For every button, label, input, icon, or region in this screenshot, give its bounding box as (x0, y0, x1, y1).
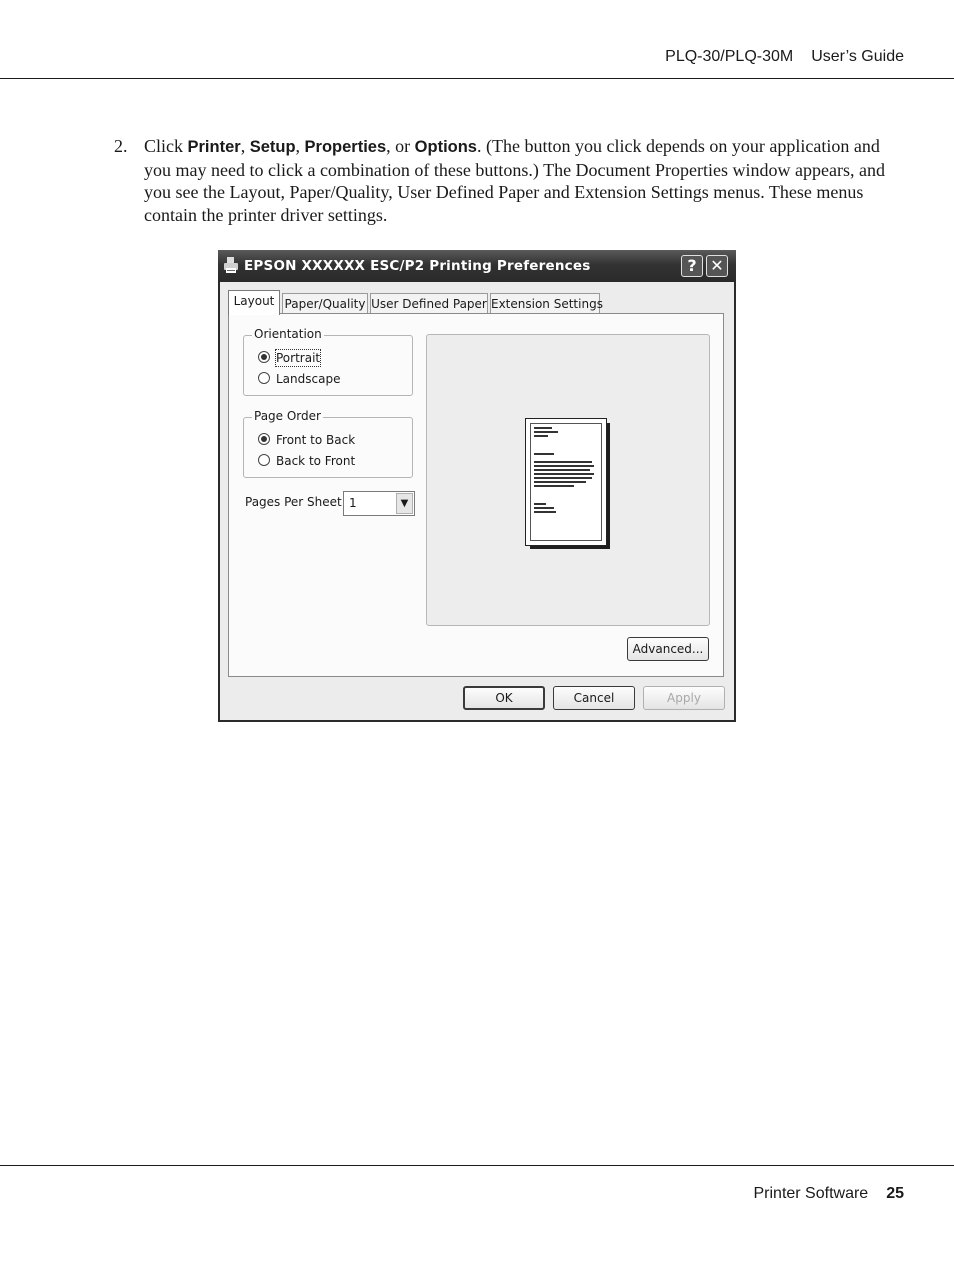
header-rule (0, 78, 954, 79)
printing-preferences-dialog: EPSON XXXXXX ESC/P2 Printing Preferences… (218, 250, 736, 722)
text-line (534, 485, 574, 487)
page-number: 25 (886, 1185, 904, 1202)
cancel-button[interactable]: Cancel (553, 686, 635, 710)
text-line (534, 461, 592, 463)
printer-icon (224, 257, 238, 273)
page-order-legend: Page Order (252, 409, 323, 423)
front-to-back-label: Front to Back (276, 433, 356, 447)
footer-section: Printer Software (753, 1185, 869, 1202)
tab-user-defined-paper[interactable]: User Defined Paper (370, 293, 488, 314)
page-preview-icon (525, 418, 607, 546)
text-line (534, 435, 548, 437)
text-line (534, 469, 590, 471)
step-sep3: , or (386, 136, 415, 156)
tab-extension-settings[interactable]: Extension Settings (490, 293, 603, 314)
text-line (534, 481, 586, 483)
pages-per-sheet-value: 1 (349, 496, 357, 510)
step-prefix: Click (144, 136, 188, 156)
kw-properties: Properties (304, 138, 387, 156)
running-header: PLQ-30/PLQ-30M User’s Guide (665, 48, 904, 66)
chevron-down-icon[interactable]: ▼ (396, 493, 413, 514)
orientation-legend: Orientation (252, 327, 324, 341)
layout-preview (426, 334, 710, 626)
pages-per-sheet-label: Pages Per Sheet: (245, 495, 346, 509)
tab-layout[interactable]: Layout (228, 290, 280, 315)
orientation-group: Orientation Portrait Landscape (243, 327, 413, 396)
radio-indicator (258, 454, 270, 466)
text-line (534, 503, 546, 505)
step-sep1: , (240, 136, 250, 156)
text-line (534, 453, 554, 455)
radio-indicator (258, 351, 270, 363)
portrait-label: Portrait (274, 349, 322, 367)
help-icon[interactable]: ? (681, 255, 703, 277)
header-product: PLQ-30/PLQ-30M (665, 48, 794, 65)
kw-printer: Printer (187, 138, 241, 156)
radio-indicator (258, 433, 270, 445)
step-number: 2. (114, 136, 128, 156)
tab-paper-quality[interactable]: Paper/Quality (282, 293, 368, 314)
step-text: Click Printer, Setup, Properties, or Opt… (144, 135, 892, 226)
text-line (534, 465, 594, 467)
text-line (534, 507, 554, 509)
apply-button[interactable]: Apply (643, 686, 725, 710)
pages-per-sheet-select[interactable]: 1 ▼ (343, 491, 415, 516)
text-line (534, 427, 552, 429)
running-footer: Printer Software 25 (753, 1185, 904, 1203)
text-line (534, 431, 558, 433)
text-line (534, 473, 594, 475)
ok-button[interactable]: OK (463, 686, 545, 710)
page-order-group: Page Order Front to Back Back to Front (243, 409, 413, 478)
close-icon[interactable]: ✕ (706, 255, 728, 277)
footer-rule (0, 1165, 954, 1166)
kw-setup: Setup (249, 138, 296, 156)
advanced-button[interactable]: Advanced... (627, 637, 709, 661)
kw-options: Options (414, 138, 477, 156)
text-line (534, 511, 556, 513)
dialog-title: EPSON XXXXXX ESC/P2 Printing Preferences (244, 258, 591, 274)
back-to-front-label: Back to Front (276, 454, 356, 468)
step-sep2: , (295, 136, 305, 156)
landscape-label: Landscape (276, 372, 341, 386)
dialog-titlebar[interactable]: EPSON XXXXXX ESC/P2 Printing Preferences… (218, 250, 736, 282)
radio-indicator (258, 372, 270, 384)
text-line (534, 477, 592, 479)
layout-panel: Orientation Portrait Landscape Page Orde… (228, 313, 724, 677)
header-doc-title: User’s Guide (811, 48, 904, 65)
